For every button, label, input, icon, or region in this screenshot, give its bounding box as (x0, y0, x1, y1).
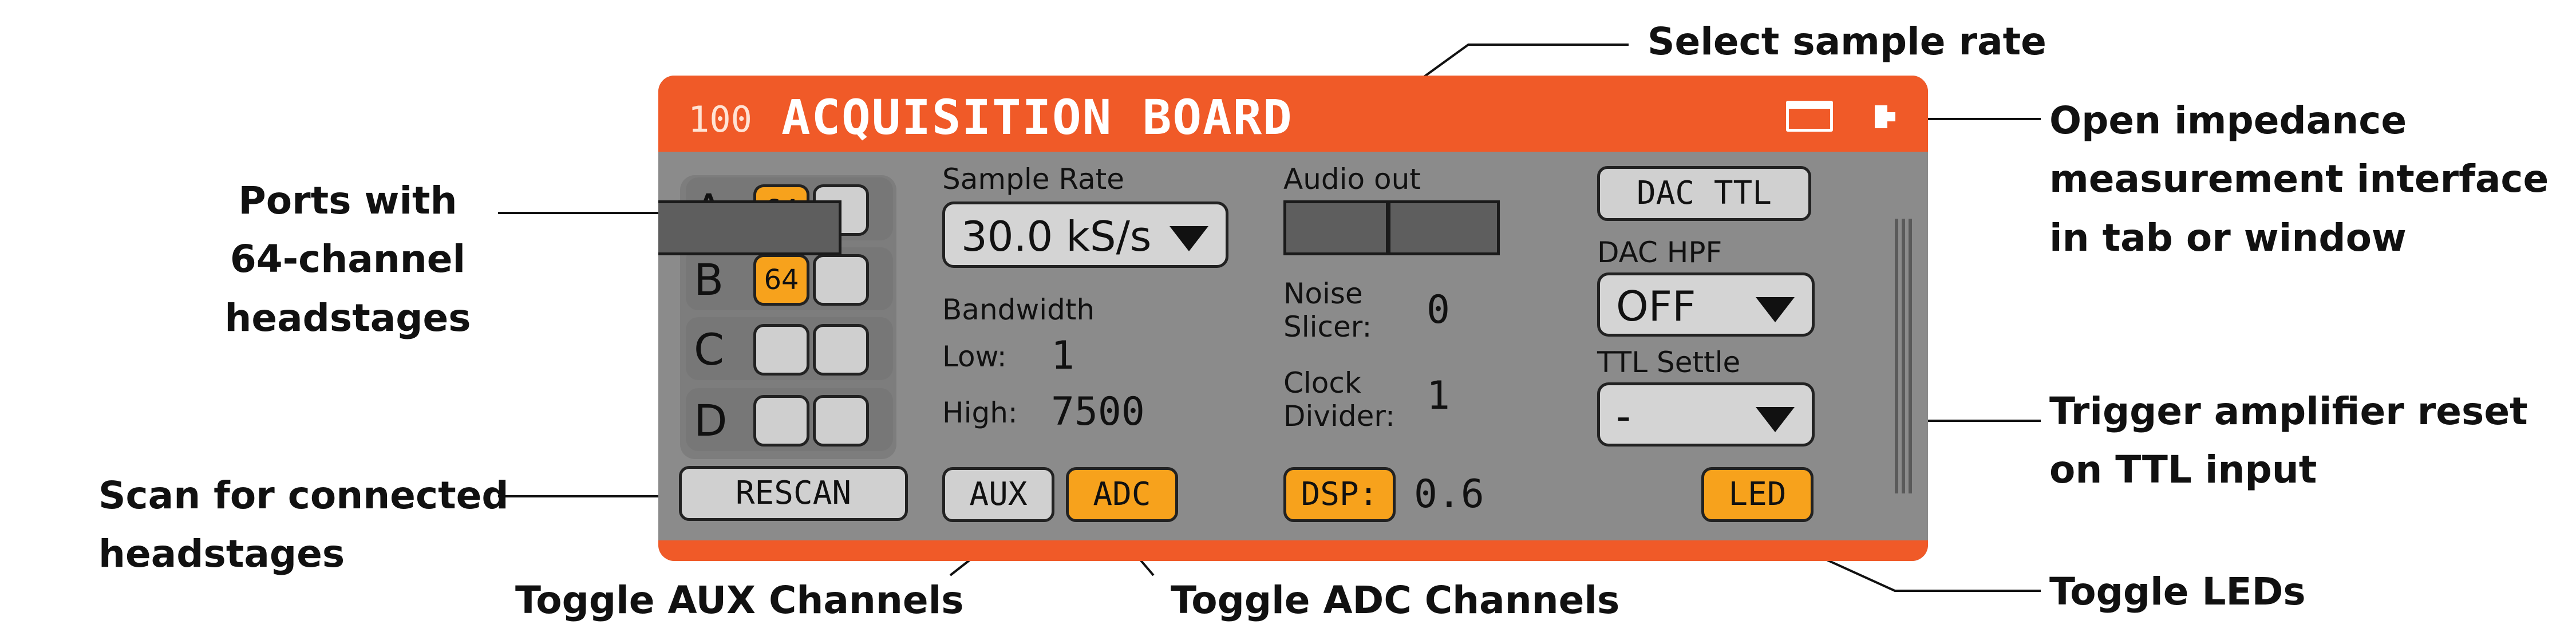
adc-button[interactable]: ADC (1066, 467, 1178, 522)
tab-icon[interactable] (1875, 105, 1895, 128)
bandwidth-high-value[interactable]: 7500 (1051, 389, 1145, 434)
dsp-value[interactable]: 0.6 (1414, 472, 1484, 517)
port-row-b: B 64 (686, 247, 893, 310)
noise-slicer-label: Noise Slicer: (1283, 277, 1372, 343)
dsp-button[interactable]: DSP: (1283, 467, 1396, 522)
sample-rate-dropdown[interactable]: 30.0 kS/s (942, 202, 1228, 268)
port-b-headstage-1[interactable]: 64 (753, 254, 809, 306)
port-c-headstage-2[interactable] (813, 324, 869, 376)
dac-hpf-value: OFF (1616, 282, 1696, 330)
port-d-headstage-2[interactable] (813, 395, 869, 447)
acquisition-board-panel: 100 ACQUISITION BOARD A 64 B 64 C D RESC… (658, 76, 1928, 561)
annotation-scan: Scan for connected headstages (98, 473, 509, 576)
annotation-toggle-aux: Toggle AUX Channels (515, 578, 964, 622)
ttl-settle-dropdown[interactable]: - (1597, 382, 1815, 447)
bandwidth-label: Bandwidth (942, 293, 1095, 326)
annotation-select-sample-rate: Select sample rate (1647, 19, 2046, 64)
annotation-ports: Ports with 64-channel headstages (224, 179, 471, 340)
port-c-headstage-1[interactable] (753, 324, 809, 376)
bottom-bar (658, 540, 1928, 561)
port-letter: D (694, 395, 728, 446)
dac-hpf-label: DAC HPF (1597, 236, 1722, 269)
ttl-settle-label: TTL Settle (1597, 346, 1741, 379)
port-d-headstage-1[interactable] (753, 395, 809, 447)
clock-divider-label: Clock Divider: (1283, 366, 1395, 433)
port-row-d: D (686, 388, 893, 451)
chevron-down-icon (1756, 407, 1795, 432)
bandwidth-high-label: High: (942, 396, 1018, 429)
annotation-toggle-adc: Toggle ADC Channels (1171, 578, 1620, 622)
chevron-down-icon (1170, 226, 1208, 251)
window-icon[interactable] (1786, 101, 1833, 132)
rescan-button[interactable]: RESCAN (679, 466, 908, 521)
scrollbar-track[interactable] (1895, 219, 1898, 493)
port-b-headstage-2[interactable] (813, 254, 869, 306)
bandwidth-low-label: Low: (942, 340, 1007, 373)
chevron-down-icon (1756, 297, 1795, 322)
annotation-impedance: Open impedance measurement interface in … (2049, 98, 2549, 260)
dac-ttl-button[interactable]: DAC TTL (1597, 166, 1811, 221)
led-button[interactable]: LED (1701, 467, 1814, 522)
noise-slicer-value[interactable]: 0 (1427, 287, 1450, 333)
annotation-toggle-leds: Toggle LEDs (2049, 570, 2306, 614)
dac-hpf-dropdown[interactable]: OFF (1597, 272, 1815, 337)
ttl-settle-value: - (1616, 392, 1631, 440)
audio-out-channel-left[interactable] (1283, 200, 1389, 255)
clock-divider-value[interactable]: 1 (1427, 373, 1450, 418)
scrollbar-track (1902, 219, 1905, 493)
sample-rate-value: 30.0 kS/s (961, 212, 1152, 260)
bandwidth-low-value[interactable]: 1 (1051, 333, 1074, 378)
port-row-c: C (686, 317, 893, 380)
title-bar: 100 ACQUISITION BOARD (658, 76, 1928, 152)
audio-out-channel-left[interactable] (658, 200, 841, 255)
port-letter: B (694, 254, 724, 305)
panel-id: 100 (688, 98, 752, 140)
port-letter: C (694, 324, 725, 375)
sample-rate-label: Sample Rate (942, 163, 1125, 196)
annotation-trigger-reset: Trigger amplifier reset on TTL input (2049, 389, 2528, 492)
audio-out-channel-right[interactable] (1388, 200, 1500, 255)
aux-button[interactable]: AUX (942, 467, 1054, 522)
panel-title: ACQUISITION BOARD (781, 89, 1293, 145)
scrollbar-track (1909, 219, 1912, 493)
audio-out-label: Audio out (1283, 163, 1421, 196)
